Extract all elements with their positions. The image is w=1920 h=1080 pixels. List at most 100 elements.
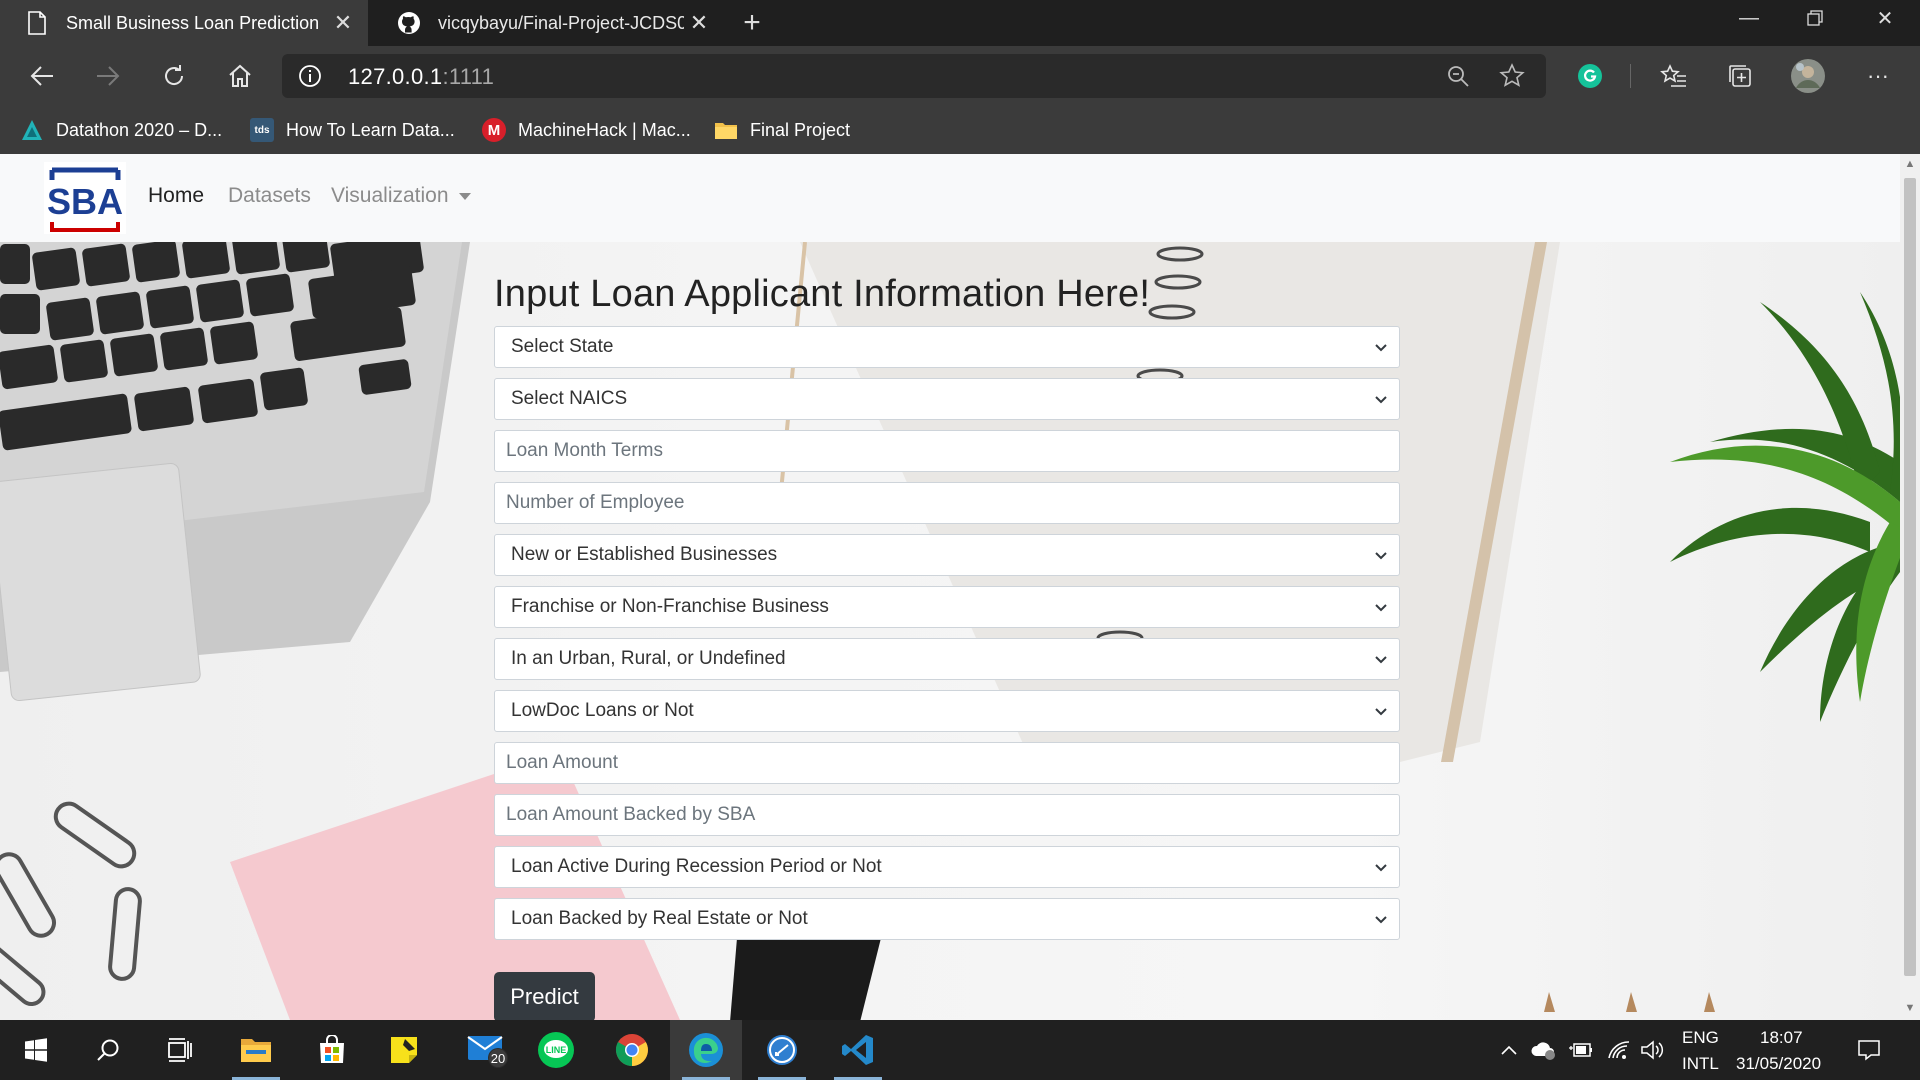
address-bar[interactable]: 127.0.0.1:1111 xyxy=(282,54,1546,98)
profile-avatar[interactable] xyxy=(1788,56,1828,96)
select-in-an-urban-rural-or-undefined[interactable]: In an Urban, Rural, or Undefined xyxy=(494,638,1400,680)
select-value: Loan Active During Recession Period or N… xyxy=(511,856,882,877)
scroll-up-icon[interactable]: ▲ xyxy=(1902,158,1918,174)
minimize-icon[interactable]: — xyxy=(1716,0,1782,36)
mail-badge: 20 xyxy=(491,1051,505,1066)
nav-home[interactable]: Home xyxy=(148,184,204,208)
favorite-star-icon[interactable] xyxy=(1498,62,1526,90)
azure-data-studio-icon[interactable] xyxy=(746,1020,818,1080)
nav-datasets[interactable]: Datasets xyxy=(228,184,311,208)
chevron-down-icon xyxy=(1375,656,1387,664)
bookmark-label: How To Learn Data... xyxy=(286,119,455,140)
tab-small-business-loan[interactable]: Small Business Loan Prediction ✕ xyxy=(0,0,368,46)
input-language-top[interactable]: ENG xyxy=(1682,1028,1719,1048)
clock-time[interactable]: 18:07 xyxy=(1760,1028,1803,1048)
file-explorer-icon[interactable] xyxy=(220,1020,292,1080)
back-icon[interactable] xyxy=(22,56,62,96)
input-loan-amount[interactable]: Loan Amount xyxy=(494,742,1400,784)
select-loan-active-during-recession-period-or-not[interactable]: Loan Active During Recession Period or N… xyxy=(494,846,1400,888)
search-icon[interactable] xyxy=(72,1020,144,1080)
tab-title: vicqybayu/Final-Project-JCDS02- xyxy=(438,12,684,33)
input-loan-amount-backed-by-sba[interactable]: Loan Amount Backed by SBA xyxy=(494,794,1400,836)
select-lowdoc-loans-or-not[interactable]: LowDoc Loans or Not xyxy=(494,690,1400,732)
mail-icon[interactable]: 20 xyxy=(452,1020,524,1080)
tab-github-repo[interactable]: vicqybayu/Final-Project-JCDS02- ✕ xyxy=(372,0,724,46)
home-icon[interactable] xyxy=(220,56,260,96)
site-navbar: SBA Home Datasets Visualization xyxy=(0,154,1900,242)
start-button[interactable] xyxy=(0,1020,72,1080)
input-language-bottom[interactable]: INTL xyxy=(1682,1054,1719,1074)
chevron-down-icon xyxy=(1375,916,1387,924)
onedrive-icon[interactable] xyxy=(1530,1038,1556,1062)
edge-icon[interactable] xyxy=(670,1020,742,1080)
new-tab-icon[interactable]: + xyxy=(736,6,768,39)
sticky-notes-icon[interactable] xyxy=(368,1020,440,1080)
bookmark-label: Datathon 2020 – D... xyxy=(56,119,223,140)
select-select-state[interactable]: Select State xyxy=(494,326,1400,368)
clock-date[interactable]: 31/05/2020 xyxy=(1736,1054,1821,1074)
close-tab-icon[interactable]: ✕ xyxy=(684,8,714,38)
bookmark-final-project[interactable]: Final Project xyxy=(714,116,850,144)
input-number-of-employee[interactable]: Number of Employee xyxy=(494,482,1400,524)
zoom-icon[interactable] xyxy=(1446,64,1470,88)
microsoft-store-icon[interactable] xyxy=(296,1020,368,1080)
close-window-icon[interactable]: ✕ xyxy=(1852,0,1918,36)
select-value: Select State xyxy=(511,336,614,357)
bookmark-how-to-learn-data[interactable]: tds How To Learn Data... xyxy=(250,116,455,144)
favorites-icon[interactable] xyxy=(1654,56,1694,96)
line-app-icon[interactable]: LINE xyxy=(520,1020,592,1080)
document-icon xyxy=(24,10,50,36)
forward-icon[interactable] xyxy=(88,56,128,96)
scroll-down-icon[interactable]: ▼ xyxy=(1902,1002,1918,1018)
chevron-down-icon xyxy=(1375,864,1387,872)
refresh-icon[interactable] xyxy=(154,56,194,96)
select-value: In an Urban, Rural, or Undefined xyxy=(511,648,786,669)
page-viewport: SBA Home Datasets Visualization Input Lo… xyxy=(0,154,1920,1020)
wifi-icon[interactable] xyxy=(1606,1038,1632,1062)
input-placeholder: Loan Month Terms xyxy=(506,440,664,461)
show-hidden-icons-chevron[interactable] xyxy=(1496,1038,1522,1062)
select-franchise-or-non-franchise-business[interactable]: Franchise or Non-Franchise Business xyxy=(494,586,1400,628)
datathon-icon xyxy=(20,118,44,142)
chrome-icon[interactable] xyxy=(596,1020,668,1080)
tab-bar: Small Business Loan Prediction ✕ vicqyba… xyxy=(0,0,1920,46)
svg-text:SBA: SBA xyxy=(47,181,123,222)
input-placeholder: Loan Amount Backed by SBA xyxy=(506,804,756,825)
browser-toolbar: 127.0.0.1:1111 ··· xyxy=(0,46,1920,106)
select-value: Franchise or Non-Franchise Business xyxy=(511,596,829,617)
notification-center-icon[interactable] xyxy=(1856,1038,1882,1062)
grammarly-icon[interactable] xyxy=(1570,56,1610,96)
page-scrollbar[interactable]: ▲ ▼ xyxy=(1900,154,1920,1020)
more-options-icon[interactable]: ··· xyxy=(1858,56,1898,96)
github-icon xyxy=(396,10,422,36)
toolbar-divider xyxy=(1630,64,1631,88)
bookmark-machinehack[interactable]: M MachineHack | Mac... xyxy=(482,116,691,144)
close-tab-icon[interactable]: ✕ xyxy=(328,8,358,38)
tab-title: Small Business Loan Prediction xyxy=(66,12,320,33)
select-value: Select NAICS xyxy=(511,388,628,409)
restore-icon[interactable] xyxy=(1782,0,1848,36)
select-select-naics[interactable]: Select NAICS xyxy=(494,378,1400,420)
bookmark-datathon[interactable]: Datathon 2020 – D... xyxy=(20,116,222,144)
sba-logo[interactable]: SBA xyxy=(40,162,130,234)
select-loan-backed-by-real-estate-or-not[interactable]: Loan Backed by Real Estate or Not xyxy=(494,898,1400,940)
select-new-or-established-businesses[interactable]: New or Established Businesses xyxy=(494,534,1400,576)
caret-down-icon xyxy=(458,192,471,200)
url-text[interactable]: 127.0.0.1:1111 xyxy=(348,64,494,90)
bookmark-label: Final Project xyxy=(750,119,851,140)
form-heading: Input Loan Applicant Information Here! xyxy=(494,273,1151,315)
scrollbar-thumb[interactable] xyxy=(1904,178,1916,976)
volume-icon[interactable] xyxy=(1640,1038,1666,1062)
predict-button[interactable]: Predict xyxy=(494,972,595,1020)
select-value: Loan Backed by Real Estate or Not xyxy=(511,908,808,929)
machinehack-icon: M xyxy=(482,118,506,142)
vscode-icon[interactable] xyxy=(822,1020,894,1080)
nav-visualization-dropdown[interactable]: Visualization xyxy=(331,184,471,208)
input-loan-month-terms[interactable]: Loan Month Terms xyxy=(494,430,1400,472)
select-value: New or Established Businesses xyxy=(511,544,778,565)
collections-icon[interactable] xyxy=(1720,56,1760,96)
battery-icon[interactable] xyxy=(1568,1038,1594,1062)
task-view-icon[interactable] xyxy=(144,1020,216,1080)
input-placeholder: Number of Employee xyxy=(506,492,685,513)
site-info-icon[interactable] xyxy=(298,64,322,88)
